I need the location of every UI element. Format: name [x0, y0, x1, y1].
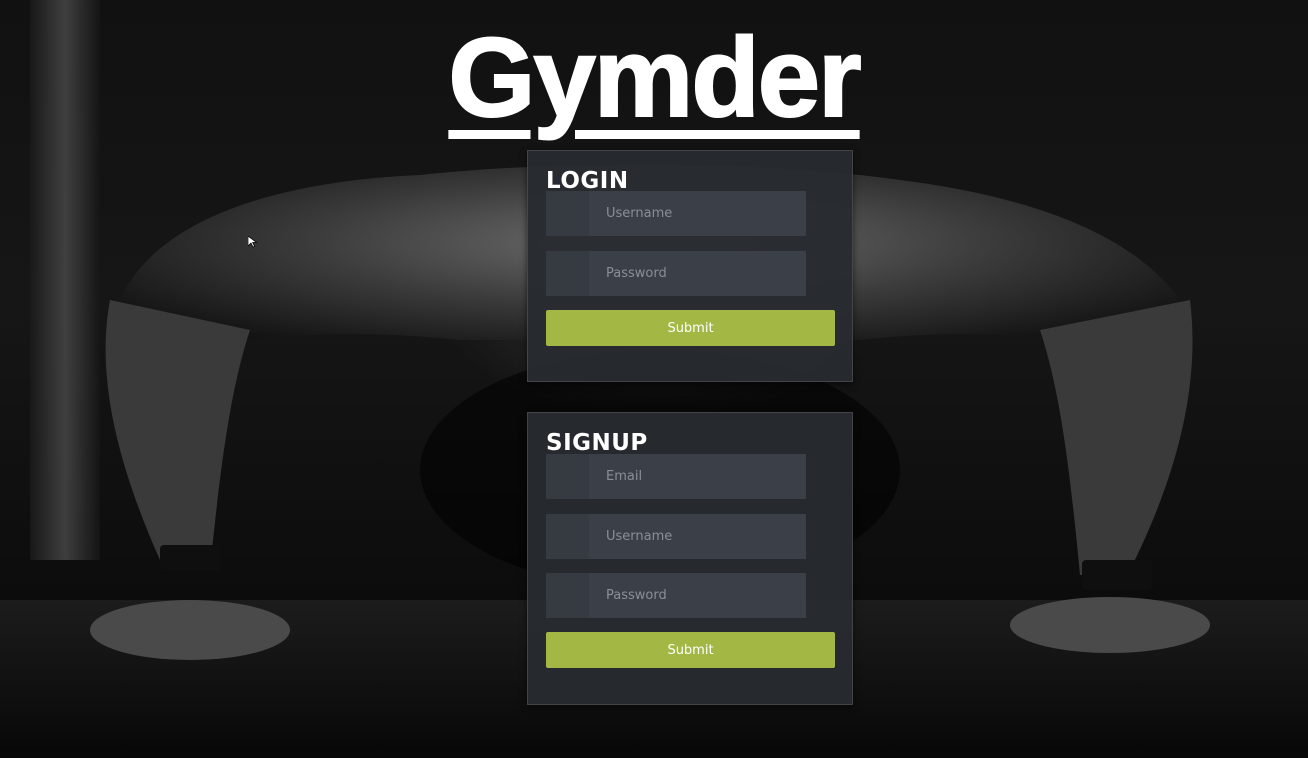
- email-icon: [546, 454, 589, 499]
- signup-title: SIGNUP: [546, 430, 648, 456]
- user-icon: [546, 191, 589, 236]
- lock-icon: [546, 251, 589, 296]
- login-password-input[interactable]: [589, 251, 806, 296]
- login-username-input[interactable]: [589, 191, 806, 236]
- login-password-field: [546, 251, 806, 296]
- signup-email-input[interactable]: [589, 454, 806, 499]
- app-logo: Gymder: [447, 15, 862, 140]
- login-form: LOGIN Submit: [527, 150, 853, 382]
- mouse-pointer-icon: [248, 236, 258, 248]
- signup-password-field: [546, 573, 806, 618]
- signup-email-field: [546, 454, 806, 499]
- lock-icon: [546, 573, 589, 618]
- signup-password-input[interactable]: [589, 573, 806, 618]
- login-submit-button[interactable]: Submit: [546, 310, 835, 346]
- signup-username-field: [546, 514, 806, 559]
- login-page: Gymder LOGIN Submit SIGNUP Submit: [0, 0, 1308, 758]
- signup-username-input[interactable]: [589, 514, 806, 559]
- login-username-field: [546, 191, 806, 236]
- signup-form: SIGNUP Submit: [527, 412, 853, 705]
- user-icon: [546, 514, 589, 559]
- signup-submit-button[interactable]: Submit: [546, 632, 835, 668]
